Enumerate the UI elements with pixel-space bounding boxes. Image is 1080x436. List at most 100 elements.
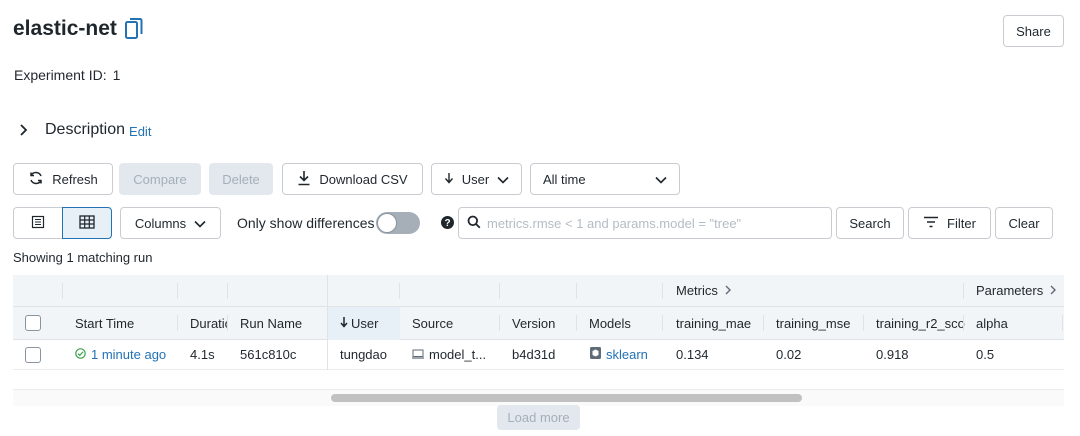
select-all-checkbox[interactable] [25, 315, 41, 331]
cell-models[interactable]: sklearn [589, 340, 648, 369]
edit-description-link[interactable]: Edit [129, 124, 151, 139]
cell-version: b4d31d [512, 347, 556, 362]
cell-duration: 4.1s [190, 347, 215, 362]
filter-label: Filter [947, 215, 976, 231]
column-divider [227, 283, 228, 299]
column-divider [499, 283, 500, 299]
share-button[interactable]: Share [1003, 15, 1064, 47]
model-link[interactable]: sklearn [606, 347, 648, 362]
grid-view-button[interactable] [62, 207, 112, 239]
header-models[interactable]: Models [589, 307, 661, 339]
arrow-down-icon [444, 172, 454, 187]
grid-view-icon [79, 214, 95, 232]
compare-button[interactable]: Compare [119, 163, 201, 195]
column-divider [177, 315, 178, 331]
list-view-button[interactable] [13, 207, 63, 239]
select-all-checkbox-cell[interactable] [25, 307, 41, 339]
time-range-select[interactable]: All time [530, 163, 680, 195]
runs-table: Metrics Parameters Start Time Duration R… [13, 275, 1064, 370]
column-divider [763, 315, 764, 331]
cell-alpha: 0.5 [976, 347, 995, 362]
success-check-icon [75, 347, 86, 362]
row-checkbox[interactable] [25, 346, 41, 363]
sort-desc-icon [340, 316, 348, 331]
sort-select[interactable]: User [431, 163, 522, 195]
header-user-label: User [351, 315, 379, 331]
description-section[interactable]: Description Edit [17, 121, 151, 139]
table-row[interactable]: 1 minute ago 4.1s 561c810c tungdao model… [13, 340, 1064, 370]
help-icon[interactable]: ? [441, 216, 454, 232]
search-input-wrapper [458, 207, 832, 239]
header-user[interactable]: User [340, 307, 400, 339]
column-divider [963, 283, 964, 299]
header-start-time[interactable]: Start Time [75, 307, 175, 339]
horizontal-scrollbar[interactable] [331, 394, 802, 402]
chevron-right-icon[interactable] [17, 123, 31, 137]
cell-training-mse: 0.02 [776, 347, 802, 362]
chevron-down-icon [194, 216, 206, 231]
only-show-differences-toggle[interactable] [376, 212, 420, 234]
model-icon [589, 346, 602, 363]
header-run-name[interactable]: Run Name [240, 307, 325, 339]
metrics-group-header[interactable]: Metrics [676, 275, 732, 306]
column-divider [499, 315, 500, 331]
experiment-name: elastic-net [13, 17, 117, 40]
header-duration[interactable]: Duration [190, 307, 227, 339]
column-divider [227, 315, 228, 331]
column-divider [863, 315, 864, 331]
column-divider [576, 315, 577, 331]
chevron-right-icon [1049, 283, 1057, 298]
column-divider [62, 283, 63, 299]
chevron-down-icon [655, 172, 667, 187]
start-time-link[interactable]: 1 minute ago [91, 347, 166, 362]
download-icon [297, 170, 311, 189]
copy-icon[interactable] [124, 18, 143, 40]
description-label: Description [45, 121, 126, 138]
header-training-r2[interactable]: training_r2_score [876, 307, 965, 339]
load-more-button[interactable]: Load more [497, 405, 580, 430]
matching-runs-count: Showing 1 matching run [13, 250, 153, 265]
chevron-right-icon [724, 283, 732, 298]
experiment-id: Experiment ID: 1 [14, 67, 120, 83]
chevron-down-icon [497, 172, 509, 187]
column-header-row: Start Time Duration Run Name User Source… [13, 307, 1064, 340]
search-button[interactable]: Search [836, 207, 904, 239]
header-version[interactable]: Version [512, 307, 574, 339]
header-source[interactable]: Source [412, 307, 497, 339]
column-group-header-row: Metrics Parameters [13, 275, 1064, 307]
header-alpha[interactable]: alpha [976, 307, 1056, 339]
columns-label: Columns [134, 215, 187, 231]
columns-button[interactable]: Columns [120, 207, 221, 239]
column-divider [399, 283, 400, 299]
header-training-mae[interactable]: training_mae [676, 307, 761, 339]
only-show-differences-label: Only show differences [237, 215, 375, 231]
source-label: model_t... [429, 347, 487, 362]
clear-button[interactable]: Clear [995, 207, 1053, 239]
cell-training-r2: 0.918 [876, 347, 909, 362]
download-csv-button[interactable]: Download CSV [282, 163, 423, 195]
row-checkbox-cell[interactable] [25, 340, 41, 369]
experiment-id-value: 1 [112, 67, 121, 83]
toggle-knob [377, 213, 397, 233]
filter-button[interactable]: Filter [908, 207, 991, 239]
experiment-id-label: Experiment ID: [14, 67, 107, 83]
cell-start-time[interactable]: 1 minute ago [75, 340, 166, 369]
cell-training-mae: 0.134 [676, 347, 709, 362]
time-range-value: All time [543, 171, 586, 187]
column-divider [662, 283, 663, 299]
parameters-group-label: Parameters [976, 283, 1044, 298]
header-training-mse[interactable]: training_mse [776, 307, 866, 339]
delete-button[interactable]: Delete [209, 163, 273, 195]
pinned-columns-divider [327, 275, 328, 370]
search-input[interactable] [487, 215, 817, 231]
column-divider [662, 315, 663, 331]
list-view-icon [31, 215, 45, 232]
cell-source[interactable]: model_t... [412, 340, 486, 369]
filter-icon [923, 216, 939, 231]
parameters-group-header[interactable]: Parameters [976, 275, 1057, 306]
page-title: elastic-net [13, 17, 143, 41]
refresh-button[interactable]: Refresh [13, 163, 113, 195]
column-divider [1062, 315, 1063, 331]
column-divider [963, 315, 964, 331]
notebook-icon [412, 347, 424, 362]
